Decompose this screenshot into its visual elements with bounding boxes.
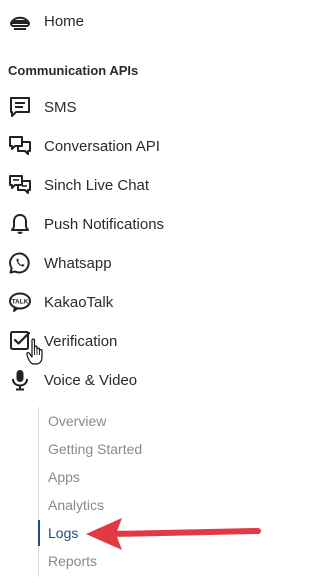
- subnav-item-overview[interactable]: Overview: [38, 408, 238, 434]
- nav-item-kakaotalk-label: KakaoTalk: [44, 293, 114, 311]
- nav-item-whatsapp[interactable]: Whatsapp: [0, 245, 290, 281]
- subnav-item-analytics-label: Analytics: [48, 497, 105, 513]
- subnav-item-overview-label: Overview: [48, 413, 107, 429]
- bell-icon: [8, 212, 32, 236]
- live-chat-icon: [8, 173, 32, 197]
- nav-item-push-notifications[interactable]: Push Notifications: [0, 206, 290, 242]
- nav-item-conversation-api-label: Conversation API: [44, 137, 160, 155]
- microphone-icon: [8, 368, 32, 392]
- subnav-item-getting-started-label: Getting Started: [48, 441, 143, 457]
- annotation-arrow-icon: [84, 512, 264, 556]
- conversation-bubbles-icon: [8, 134, 32, 158]
- helmet-icon: [8, 9, 32, 33]
- nav-item-push-notifications-label: Push Notifications: [44, 215, 165, 233]
- nav-item-conversation-api[interactable]: Conversation API: [0, 128, 290, 164]
- message-lines-icon: [8, 95, 32, 119]
- section-heading-communication-apis: Communication APIs: [8, 63, 139, 78]
- active-indicator: [38, 520, 40, 546]
- nav-item-sinch-live-chat[interactable]: Sinch Live Chat: [0, 167, 290, 203]
- nav-item-voice-video-label: Voice & Video: [44, 371, 138, 389]
- nav-item-sms[interactable]: SMS: [0, 89, 290, 125]
- nav-item-whatsapp-label: Whatsapp: [44, 254, 112, 272]
- kakaotalk-icon: TALK: [8, 290, 32, 314]
- subnav-item-logs-label: Logs: [48, 525, 79, 541]
- nav-item-sinch-live-chat-label: Sinch Live Chat: [44, 176, 150, 194]
- subnav-item-apps-label: Apps: [48, 469, 80, 485]
- nav-item-voice-video[interactable]: Voice & Video: [0, 362, 290, 398]
- nav-item-kakaotalk[interactable]: TALK KakaoTalk: [0, 284, 290, 320]
- nav-item-home-label: Home: [44, 12, 85, 30]
- whatsapp-icon: [8, 251, 32, 275]
- nav-item-sms-label: SMS: [44, 98, 77, 116]
- nav-item-home[interactable]: Home: [0, 3, 290, 39]
- kakaotalk-badge-text: TALK: [12, 299, 29, 306]
- subnav-item-apps[interactable]: Apps: [38, 464, 238, 490]
- subnav-item-getting-started[interactable]: Getting Started: [38, 436, 238, 462]
- nav-item-verification-label: Verification: [44, 332, 118, 350]
